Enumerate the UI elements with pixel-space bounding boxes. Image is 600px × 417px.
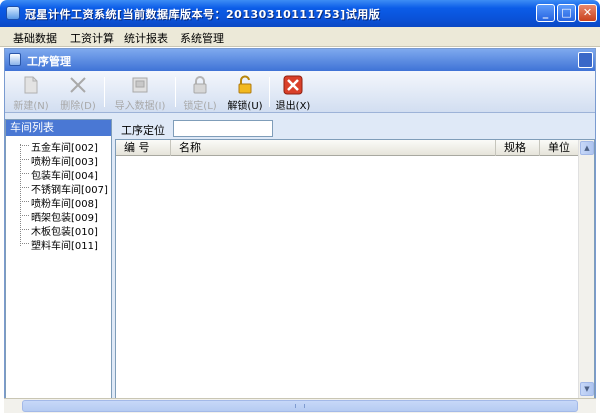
menu-bar: 基础数据 工资计算 统计报表 系统管理 — [0, 27, 600, 47]
horizontal-scroll-thumb[interactable] — [22, 400, 578, 412]
maximize-button[interactable]: □ — [557, 4, 576, 22]
toolbar: 新建(N) 删除(D) 导入数据(I) 锁定(L) 解锁(U) 退出(X) — [5, 71, 595, 113]
panel-control-button[interactable] — [578, 52, 593, 68]
column-header-unit[interactable]: 单位 — [540, 140, 580, 156]
import-button[interactable]: 导入数据(I) — [109, 73, 171, 112]
panel-icon — [9, 53, 21, 66]
panel-title-bar: 工序管理 — [5, 49, 595, 71]
exit-button-label: 退出(X) — [275, 101, 311, 112]
toolbar-separator — [104, 77, 105, 107]
close-button[interactable]: ✕ — [578, 4, 597, 22]
column-header-code[interactable]: 编 号 — [116, 140, 171, 156]
workshop-list-header: 车间列表 — [6, 120, 111, 136]
lock-icon — [193, 76, 207, 94]
process-management-window: 工序管理 新建(N) 删除(D) 导入数据(I) 锁定(L) 解锁(U) 退出(… — [4, 48, 596, 413]
scroll-grip-icon — [295, 404, 305, 408]
import-button-label: 导入数据(I) — [114, 101, 166, 112]
toolbar-separator — [175, 77, 176, 107]
window-title: 冠星计件工资系统[当前数据库版本号：20130310111753]试用版 — [25, 8, 381, 21]
unlock-icon — [238, 75, 252, 94]
workshop-list: 车间列表 五金车间[002] 喷粉车间[003] 包装车间[004] 不锈钢车间… — [5, 119, 112, 399]
unlock-button[interactable]: 解锁(U) — [224, 73, 266, 112]
process-locate-bar: 工序定位 — [115, 119, 595, 139]
panel-title: 工序管理 — [27, 55, 71, 68]
process-locate-label: 工序定位 — [121, 124, 165, 137]
menu-reports[interactable]: 统计报表 — [124, 30, 168, 46]
window-title-bar: 冠星计件工资系统[当前数据库版本号：20130310111753]试用版 _ □… — [0, 0, 600, 27]
new-document-icon — [24, 76, 38, 94]
delete-x-icon — [70, 77, 86, 93]
scroll-up-arrow[interactable]: ▲ — [580, 141, 594, 155]
menu-system[interactable]: 系统管理 — [180, 30, 224, 46]
grid-header: 编 号 名称 规格 单位 — [116, 140, 580, 156]
lock-button-label: 锁定(L) — [183, 101, 217, 112]
delete-button-label: 删除(D) — [60, 101, 96, 112]
unlock-button-label: 解锁(U) — [227, 101, 263, 112]
toolbar-separator — [269, 77, 270, 107]
new-button-label: 新建(N) — [13, 101, 49, 112]
delete-button[interactable]: 删除(D) — [57, 73, 99, 112]
exit-icon — [283, 75, 303, 95]
app-icon — [6, 6, 20, 20]
menu-basic-data[interactable]: 基础数据 — [13, 30, 57, 46]
horizontal-scrollbar[interactable] — [4, 398, 596, 413]
lock-button[interactable]: 锁定(L) — [179, 73, 221, 112]
process-locate-input[interactable] — [173, 120, 273, 137]
import-data-icon — [132, 77, 148, 93]
process-grid: 编 号 名称 规格 单位 ▲ ▼ — [115, 139, 595, 399]
column-header-name[interactable]: 名称 — [171, 140, 496, 156]
scroll-down-arrow[interactable]: ▼ — [580, 382, 594, 396]
grid-vertical-scrollbar[interactable]: ▲ ▼ — [578, 140, 594, 398]
menu-wage-calc[interactable]: 工资计算 — [70, 30, 114, 46]
exit-button[interactable]: 退出(X) — [272, 73, 314, 112]
column-header-spec[interactable]: 规格 — [496, 140, 540, 156]
new-button[interactable]: 新建(N) — [11, 73, 51, 112]
minimize-button[interactable]: _ — [536, 4, 555, 22]
